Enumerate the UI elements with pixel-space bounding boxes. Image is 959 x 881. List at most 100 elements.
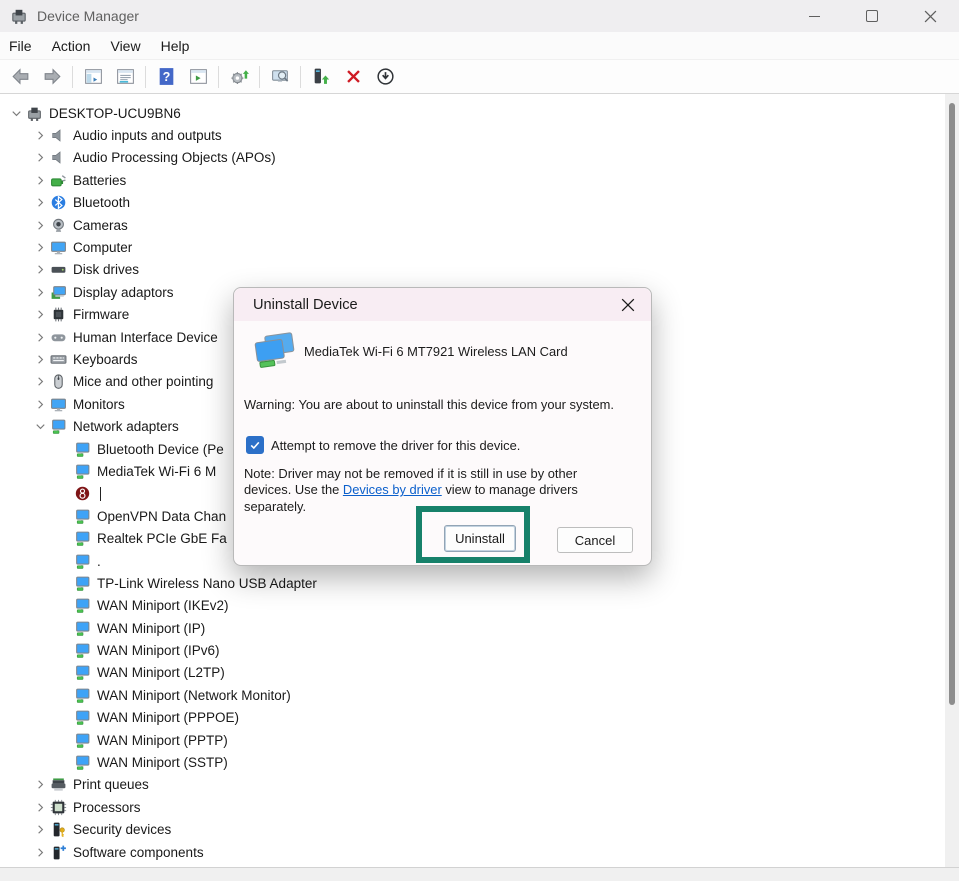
chevron-spacer [54,642,74,659]
chevron-right-icon[interactable] [30,351,50,368]
tree-item[interactable]: WAN Miniport (IKEv2) [0,595,945,617]
tree-item[interactable]: Security devices [0,819,945,841]
add-driver-button[interactable] [306,63,336,91]
remove-driver-checkbox[interactable] [246,436,264,454]
chevron-right-icon[interactable] [30,844,50,861]
network-adapter-icon [74,553,96,570]
security-icon [50,821,72,838]
chevron-down-icon[interactable] [30,418,50,435]
action-pane-icon [188,66,209,87]
tree-item[interactable]: Processors [0,796,945,818]
network-adapter-icon [74,463,96,480]
tree-item-label: TP-Link Wireless Nano USB Adapter [97,576,317,591]
update-driver-button[interactable] [224,63,254,91]
menu-help[interactable]: Help [151,38,200,54]
minimize-button[interactable] [785,0,843,32]
chevron-spacer [54,508,74,525]
tree-item[interactable]: DESKTOP-UCU9BN6 [0,102,945,124]
chevron-right-icon[interactable] [30,821,50,838]
chevron-right-icon[interactable] [30,172,50,189]
tree-item-label: Network adapters [73,419,179,434]
properties-icon [115,66,136,87]
toolbar: ? [0,60,959,94]
chevron-spacer [54,441,74,458]
cancel-button[interactable]: Cancel [557,527,633,553]
menu-view[interactable]: View [100,38,150,54]
toolbar-separator [145,66,146,88]
display-adapter-icon [50,284,72,301]
maximize-button[interactable] [843,0,901,32]
window-title: Device Manager [37,8,139,24]
menu-action[interactable]: Action [42,38,101,54]
tree-item[interactable]: WAN Miniport (PPPOE) [0,707,945,729]
tree-item[interactable]: Print queues [0,774,945,796]
dialog-device-name: MediaTek Wi-Fi 6 MT7921 Wireless LAN Car… [304,344,644,359]
chevron-right-icon[interactable] [30,799,50,816]
devices-by-driver-link[interactable]: Devices by driver [343,482,442,497]
tree-item[interactable]: Disk drives [0,259,945,281]
tree-item[interactable]: Bluetooth [0,192,945,214]
tree-item[interactable]: WAN Miniport (Network Monitor) [0,684,945,706]
uninstall-device-icon [343,66,364,87]
scan-hardware-button[interactable] [265,63,295,91]
chevron-down-icon[interactable] [6,105,26,122]
network-adapter-icon [74,687,96,704]
forward-arrow-button[interactable] [37,63,67,91]
chevron-right-icon[interactable] [30,776,50,793]
network-adapter-icon [74,642,96,659]
chevron-right-icon[interactable] [30,127,50,144]
chevron-spacer [54,709,74,726]
help-button[interactable]: ? [151,63,181,91]
properties-button[interactable] [110,63,140,91]
highlight-annotation-box [416,506,530,563]
chevron-right-icon[interactable] [30,329,50,346]
add-driver-icon [311,66,332,87]
dialog-title-bar: Uninstall Device [234,288,651,321]
tree-item[interactable]: Audio inputs and outputs [0,124,945,146]
console-tree-icon [83,66,104,87]
tree-item[interactable]: WAN Miniport (IPv6) [0,639,945,661]
chevron-right-icon[interactable] [30,261,50,278]
menu-file[interactable]: File [0,38,42,54]
tree-item[interactable]: WAN Miniport (IP) [0,617,945,639]
chevron-spacer [54,597,74,614]
tree-item[interactable]: Computer [0,236,945,258]
chevron-right-icon[interactable] [30,396,50,413]
tree-item[interactable]: WAN Miniport (L2TP) [0,662,945,684]
toolbar-separator [218,66,219,88]
tree-item[interactable]: Audio Processing Objects (APOs) [0,147,945,169]
tree-item[interactable]: Cameras [0,214,945,236]
chevron-right-icon[interactable] [30,306,50,323]
chevron-right-icon[interactable] [30,149,50,166]
disable-device-button[interactable] [370,63,400,91]
console-tree-button[interactable] [78,63,108,91]
tree-item[interactable]: Software components [0,841,945,863]
tree-item[interactable]: WAN Miniport (SSTP) [0,751,945,773]
chevron-right-icon[interactable] [30,373,50,390]
dialog-close-button[interactable] [615,292,641,318]
tree-item[interactable]: TP-Link Wireless Nano USB Adapter [0,572,945,594]
tree-item[interactable]: Batteries [0,169,945,191]
tree-item[interactable]: WAN Miniport (PPTP) [0,729,945,751]
network-adapter-icon [74,754,96,771]
chevron-right-icon[interactable] [30,194,50,211]
scrollbar-track[interactable] [945,94,959,867]
close-button[interactable] [901,0,959,32]
chevron-right-icon[interactable] [30,284,50,301]
uninstall-device-button[interactable] [338,63,368,91]
action-pane-button[interactable] [183,63,213,91]
mouse-icon [50,373,72,390]
red-adapter-icon [74,485,96,502]
remove-driver-checkbox-label[interactable]: Attempt to remove the driver for this de… [271,438,520,453]
chevron-right-icon[interactable] [30,217,50,234]
help-icon: ? [156,66,177,87]
status-strip [0,867,959,881]
scrollbar-thumb[interactable] [949,103,955,705]
tree-item-label: WAN Miniport (Network Monitor) [97,688,291,703]
back-arrow-button[interactable] [5,63,35,91]
chevron-right-icon[interactable] [30,239,50,256]
tree-item-label: . [97,554,101,569]
close-icon [621,298,635,312]
network-adapter-icon [74,530,96,547]
tree-item-label: WAN Miniport (PPTP) [97,733,228,748]
